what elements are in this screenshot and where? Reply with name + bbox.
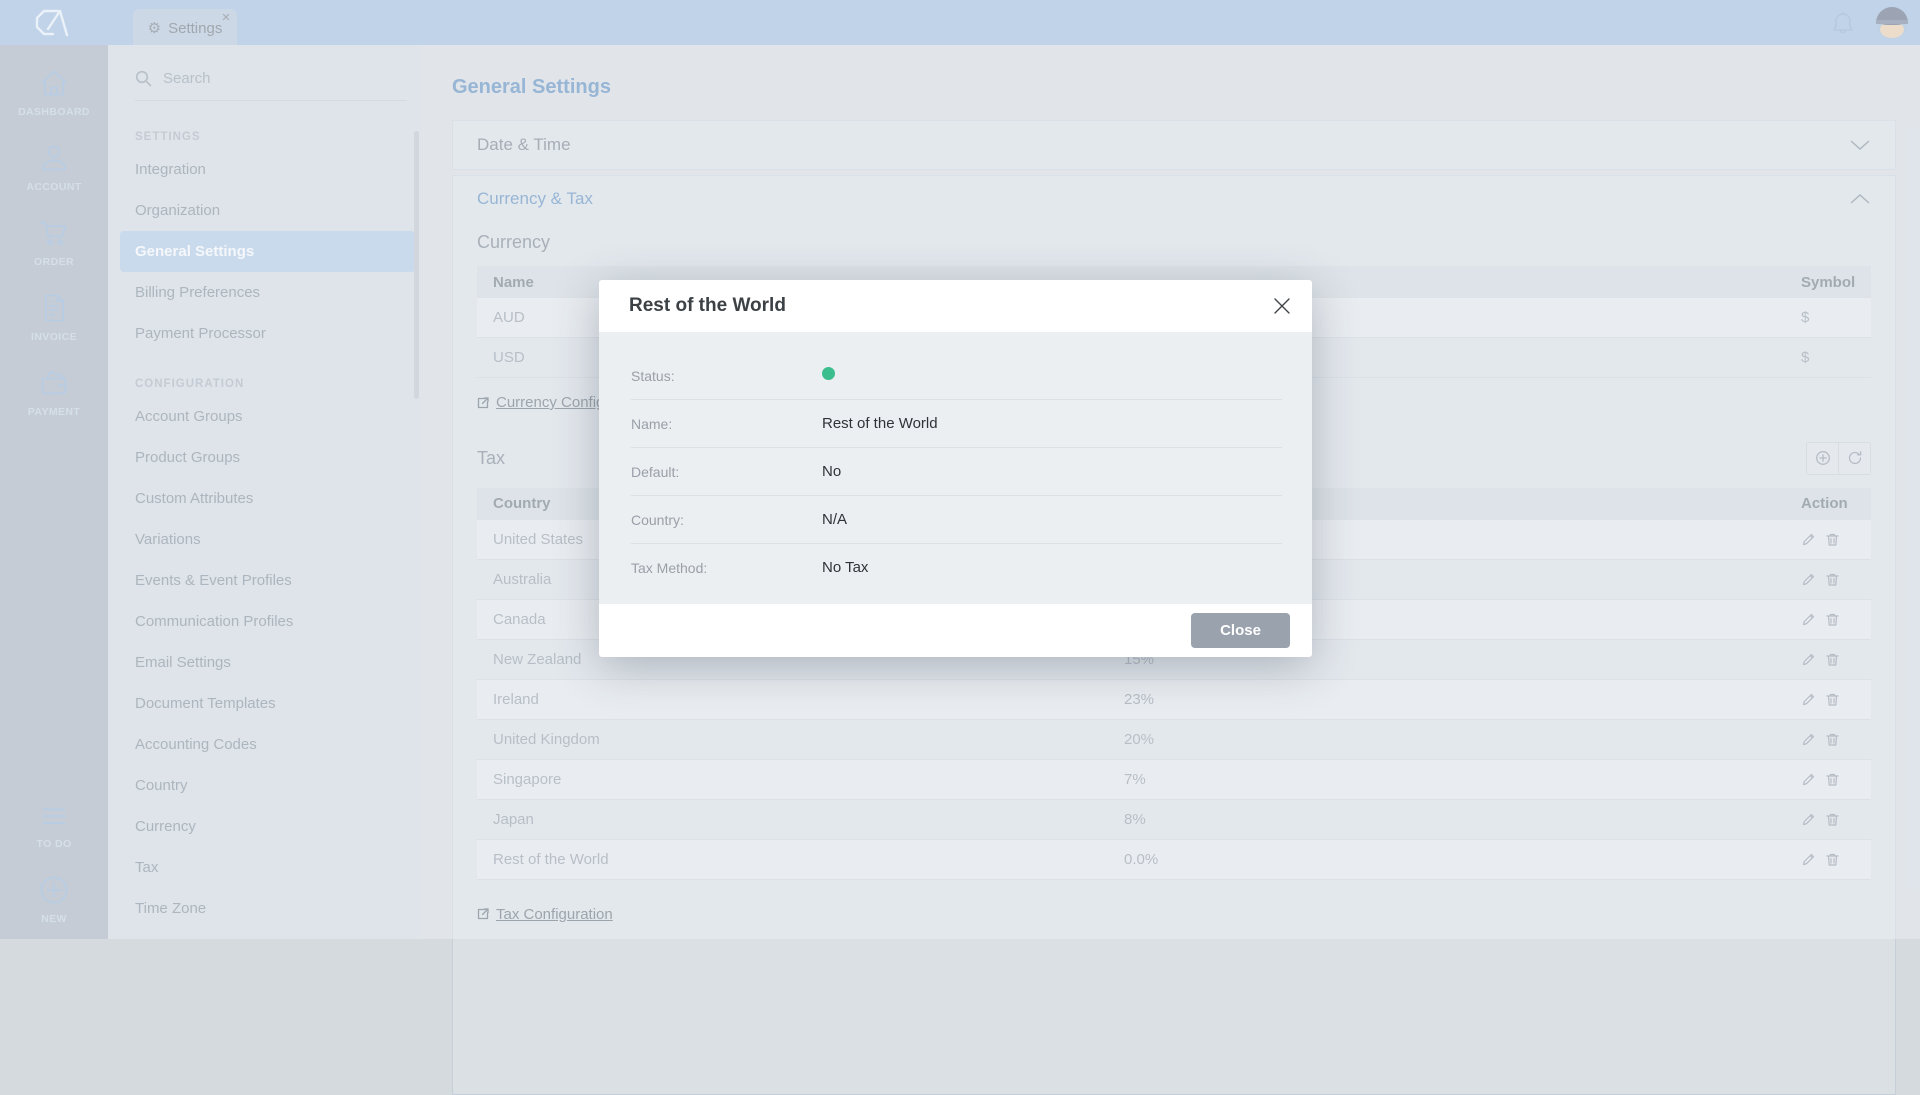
field-label: Name:	[631, 416, 822, 432]
field-value: N/A	[822, 511, 847, 528]
dialog-footer: Close	[599, 604, 1312, 657]
field-row-name: Name: Rest of the World	[631, 400, 1282, 448]
field-label: Country:	[631, 512, 822, 528]
field-row-default: Default: No	[631, 448, 1282, 496]
field-value	[822, 367, 835, 384]
status-dot	[822, 367, 835, 380]
field-row-tax-method: Tax Method: No Tax	[631, 544, 1282, 591]
dialog-header: Rest of the World	[599, 280, 1312, 332]
field-row-status: Status:	[631, 352, 1282, 400]
field-label: Tax Method:	[631, 560, 822, 576]
dialog-body: Status: Name: Rest of the World Default:…	[599, 332, 1312, 604]
app-window: ⚙ Settings × DASHBOARD ACCOUNT ORDER	[0, 0, 1920, 939]
field-label: Status:	[631, 368, 822, 384]
field-row-country: Country: N/A	[631, 496, 1282, 544]
close-icon[interactable]	[1272, 296, 1292, 316]
field-value: No Tax	[822, 559, 868, 576]
dialog-title: Rest of the World	[629, 295, 786, 317]
field-value: Rest of the World	[822, 415, 938, 432]
field-value: No	[822, 463, 841, 480]
close-button[interactable]: Close	[1191, 613, 1290, 648]
field-label: Default:	[631, 464, 822, 480]
rest-of-the-world-dialog: Rest of the World Status: Name: Rest of …	[599, 280, 1312, 657]
